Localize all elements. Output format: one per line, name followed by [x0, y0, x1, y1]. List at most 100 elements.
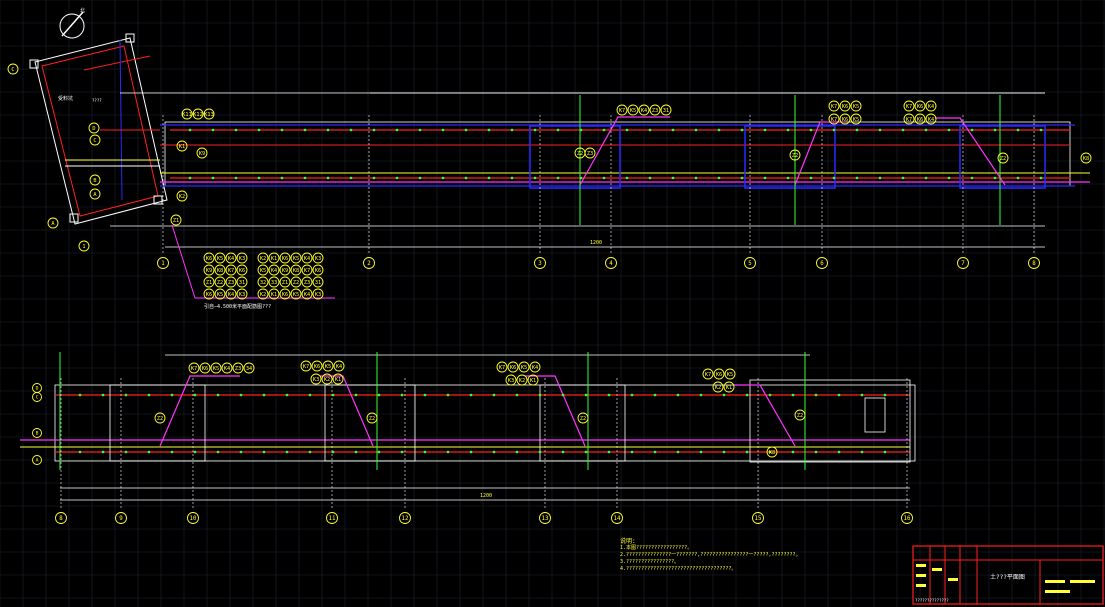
- callout-bubble: Z2: [366, 412, 378, 424]
- callout-bubble: K6: [507, 361, 519, 373]
- rebar-dot: [395, 176, 399, 180]
- axis-marker: 1: [157, 257, 169, 269]
- svg-text:31: 31: [663, 108, 669, 114]
- rebar-dot: [211, 176, 215, 180]
- notes-heading: 说明:: [620, 538, 636, 545]
- svg-text:K4: K4: [228, 256, 234, 262]
- svg-text:K1: K1: [179, 144, 185, 150]
- rebar-dot: [349, 128, 353, 132]
- rebar-dot: [216, 393, 220, 397]
- callout-bubble: K2: [176, 190, 188, 202]
- callout-bubble: 31: [312, 276, 324, 288]
- callout-bubble: K5: [290, 252, 302, 264]
- rebar-dot: [510, 128, 514, 132]
- rebar-dot: [901, 176, 905, 180]
- callout-bubble: Z2: [997, 152, 1009, 164]
- callout-bubble: K1: [268, 252, 280, 264]
- svg-text:K13: K13: [204, 112, 213, 118]
- lower-axis-lines: [59, 352, 908, 508]
- rebar-dot: [556, 128, 560, 132]
- callout-bubble: K2: [257, 252, 269, 264]
- rebar-dot: [745, 450, 749, 454]
- callout-bubble: K5: [850, 100, 862, 112]
- axis-marker: 12: [399, 512, 411, 524]
- svg-text:8: 8: [1032, 261, 1036, 267]
- rebar-dot: [722, 450, 726, 454]
- rebar-dot: [372, 128, 376, 132]
- svg-text:10: 10: [190, 516, 197, 522]
- rebar-dot: [791, 393, 795, 397]
- rebar-dot: [717, 128, 721, 132]
- rebar-dot: [303, 176, 307, 180]
- svg-text:K4: K4: [336, 364, 342, 370]
- rebar-dot: [533, 128, 537, 132]
- svg-text:K2: K2: [260, 256, 266, 262]
- rebar-dot: [970, 176, 974, 180]
- svg-text:K3: K3: [508, 378, 514, 384]
- callout-bubble: K8: [1080, 152, 1092, 164]
- rebar-dot: [837, 393, 841, 397]
- svg-text:K6: K6: [917, 117, 923, 123]
- rebar-dot: [257, 176, 261, 180]
- callout-bubble: K2: [257, 288, 269, 300]
- callout-bubble: K3: [236, 252, 248, 264]
- rebar-dot: [699, 450, 703, 454]
- svg-text:K4: K4: [304, 292, 310, 298]
- svg-text:34: 34: [246, 366, 252, 372]
- rebar-dot: [515, 450, 519, 454]
- rebar-dot: [1016, 128, 1020, 132]
- axis-marker: 13: [539, 512, 551, 524]
- svg-text:K3: K3: [315, 292, 321, 298]
- rebar-dot: [630, 393, 634, 397]
- svg-text:Z2: Z2: [157, 416, 163, 422]
- svg-text:K6: K6: [842, 104, 848, 110]
- rebar-dot: [533, 176, 537, 180]
- svg-text:13: 13: [542, 516, 549, 522]
- rebar-dot: [648, 176, 652, 180]
- rebar-dot: [400, 450, 404, 454]
- rebar-dot: [538, 450, 542, 454]
- callout-bubble: K3: [312, 252, 324, 264]
- callout-bubble: K6: [312, 264, 324, 276]
- rebar-dot: [308, 450, 312, 454]
- rebar-dot: [653, 450, 657, 454]
- rebar-dot: [786, 176, 790, 180]
- svg-text:K6: K6: [239, 268, 245, 274]
- callout-bubble: K2: [712, 381, 724, 393]
- svg-text:K4: K4: [304, 256, 310, 262]
- rebar-dot: [947, 128, 951, 132]
- callout-bubble: K9: [279, 264, 291, 276]
- rebar-dot: [993, 176, 997, 180]
- rebar-dot: [492, 393, 496, 397]
- rebar-dot: [584, 450, 588, 454]
- svg-text:32: 32: [260, 280, 266, 286]
- svg-text:北: 北: [80, 7, 85, 14]
- note-line: 2.???????????????一???????,??????????????…: [620, 552, 801, 558]
- svg-text:K9: K9: [282, 268, 288, 274]
- axis-marker: 4: [605, 257, 617, 269]
- svg-text:K5: K5: [213, 366, 219, 372]
- rebar-dot: [285, 450, 289, 454]
- rebar-dot: [630, 450, 634, 454]
- svg-text:3: 3: [538, 261, 542, 267]
- svg-text:K5: K5: [293, 256, 299, 262]
- note-line: 1.本图?????????????????。: [620, 545, 693, 551]
- axis-marker: 1: [78, 240, 90, 252]
- svg-text:K4: K4: [228, 292, 234, 298]
- callout-bubble: 33: [268, 276, 280, 288]
- svg-text:D: D: [92, 126, 95, 132]
- rebar-dot: [740, 176, 744, 180]
- upper-total-dimension: 1200: [590, 240, 602, 246]
- svg-text:K7: K7: [831, 117, 837, 123]
- rebar-dot: [418, 176, 422, 180]
- rebar-dot: [768, 393, 772, 397]
- svg-text:K7: K7: [705, 372, 711, 378]
- rebar-dot: [239, 450, 243, 454]
- rebar-dot: [377, 450, 381, 454]
- svg-text:K5: K5: [853, 104, 859, 110]
- svg-text:2: 2: [367, 261, 370, 267]
- svg-text:Z2: Z2: [792, 153, 798, 159]
- rebar-dot: [147, 450, 151, 454]
- axis-marker: 8: [55, 512, 67, 524]
- callout-bubble: Z2: [290, 276, 302, 288]
